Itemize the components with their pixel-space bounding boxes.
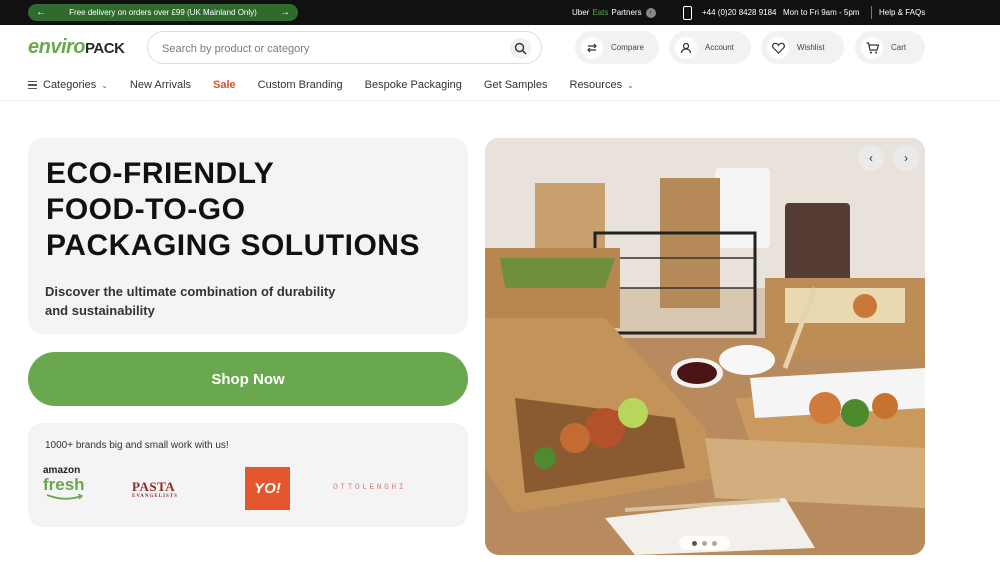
- partner-eats: Eats: [592, 8, 609, 17]
- nav-resources[interactable]: Resources ⌄: [570, 79, 634, 91]
- hero-title-line: FOOD-TO-GO: [46, 193, 246, 226]
- carousel-dot[interactable]: [712, 540, 717, 546]
- promo-banner[interactable]: ← Free delivery on orders over £99 (UK M…: [28, 4, 298, 21]
- search-icon: [514, 42, 527, 55]
- compare-button[interactable]: Compare: [575, 31, 659, 64]
- heart-icon: [767, 36, 789, 59]
- pasta-evangelists-logo: PASTA EVANGELISTS: [132, 479, 178, 499]
- pasta-logo-subtext: EVANGELISTS: [132, 494, 178, 499]
- search-button[interactable]: [510, 38, 531, 59]
- carousel-dot[interactable]: [702, 540, 707, 546]
- cart-icon: [861, 36, 883, 59]
- logo-pack: PACK: [85, 40, 125, 57]
- hero-title: ECO-FRIENDLY FOOD-TO-GO PACKAGING SOLUTI…: [46, 156, 466, 264]
- cart-label: Cart: [891, 43, 907, 52]
- brands-text: 1000+ brands big and small work with us!: [45, 440, 229, 451]
- search-bar: [147, 31, 542, 64]
- amazon-fresh-logo: amazon fresh: [43, 465, 95, 509]
- compare-label: Compare: [611, 43, 644, 52]
- chevron-right-icon: ›: [904, 151, 908, 165]
- user-icon: [675, 36, 697, 59]
- account-label: Account: [705, 43, 734, 52]
- hero-subtitle-line: Discover the ultimate combination of dur…: [45, 284, 336, 299]
- nav-bespoke-packaging[interactable]: Bespoke Packaging: [365, 79, 462, 91]
- opening-hours: Mon to Fri 9am - 5pm: [783, 8, 860, 17]
- arrow-right-icon[interactable]: →: [280, 4, 290, 21]
- compare-icon: [581, 36, 603, 59]
- hero-image: [485, 138, 925, 555]
- main-nav: Categories ⌄ New Arrivals Sale Custom Br…: [28, 77, 656, 93]
- chevron-down-icon: ⌄: [627, 80, 634, 90]
- search-input[interactable]: [162, 40, 492, 57]
- divider: [0, 100, 1000, 101]
- hero-subtitle: Discover the ultimate combination of dur…: [45, 282, 405, 320]
- phone-icon: [683, 6, 692, 20]
- shop-now-button[interactable]: Shop Now: [28, 352, 468, 406]
- food-packaging-photo: [485, 138, 925, 555]
- account-button[interactable]: Account: [669, 31, 751, 64]
- nav-categories-label: Categories: [43, 79, 97, 91]
- hero-title-line: ECO-FRIENDLY: [46, 157, 275, 190]
- partner-suffix: Partners: [611, 8, 642, 17]
- yo-sushi-logo: YO!: [245, 467, 290, 510]
- amazon-smile-icon: [46, 494, 84, 500]
- logo[interactable]: enviroPACK: [28, 36, 125, 59]
- info-icon: ›: [645, 7, 656, 18]
- carousel-dot[interactable]: [692, 540, 697, 546]
- cart-button[interactable]: Cart: [855, 31, 925, 64]
- hero-card: ECO-FRIENDLY FOOD-TO-GO PACKAGING SOLUTI…: [28, 138, 468, 334]
- carousel-next-button[interactable]: ›: [893, 145, 919, 171]
- hero-subtitle-line: and sustainability: [45, 303, 155, 318]
- nav-get-samples[interactable]: Get Samples: [484, 79, 548, 91]
- nav-categories[interactable]: Categories ⌄: [28, 79, 108, 91]
- phone-number[interactable]: +44 (0)20 8428 9184: [702, 0, 777, 25]
- logo-enviro: enviro: [28, 36, 86, 58]
- promo-text: Free delivery on orders over £99 (UK Mai…: [69, 8, 257, 17]
- chevron-down-icon: ⌄: [101, 80, 108, 90]
- wishlist-button[interactable]: Wishlist: [761, 31, 844, 64]
- nav-new-arrivals[interactable]: New Arrivals: [130, 79, 191, 91]
- top-bar: ← Free delivery on orders over £99 (UK M…: [0, 0, 1000, 25]
- uber-eats-partners[interactable]: Uber Eats Partners ›: [572, 0, 656, 25]
- nav-custom-branding[interactable]: Custom Branding: [258, 79, 343, 91]
- partner-prefix: Uber: [572, 8, 590, 17]
- ottolenghi-logo: OTTOLENGHI: [333, 483, 407, 492]
- nav-sale[interactable]: Sale: [213, 79, 236, 91]
- hero-title-line: PACKAGING SOLUTIONS: [46, 229, 420, 262]
- menu-icon: [28, 81, 37, 89]
- fresh-logo-text: fresh: [43, 475, 85, 494]
- carousel-prev-button[interactable]: ‹: [858, 145, 884, 171]
- arrow-left-icon[interactable]: ←: [36, 4, 46, 21]
- divider: [871, 6, 872, 19]
- carousel-dots: [679, 536, 730, 550]
- chevron-left-icon: ‹: [869, 151, 873, 165]
- help-faqs-link[interactable]: Help & FAQs: [879, 0, 925, 25]
- wishlist-label: Wishlist: [797, 43, 825, 52]
- nav-resources-label: Resources: [569, 79, 623, 91]
- pasta-logo-text: PASTA: [132, 479, 176, 494]
- brands-card: 1000+ brands big and small work with us!…: [28, 423, 468, 527]
